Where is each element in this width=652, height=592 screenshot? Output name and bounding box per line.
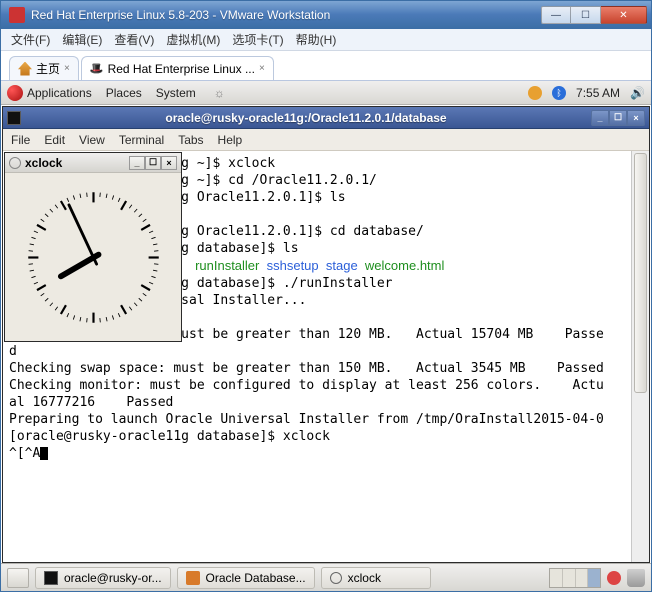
home-icon (18, 62, 32, 76)
trash-icon[interactable] (627, 569, 645, 587)
tab-close-icon[interactable]: × (259, 63, 265, 74)
menu-view[interactable]: 查看(V) (114, 31, 154, 48)
window-title: Red Hat Enterprise Linux 5.8-203 - VMwar… (31, 8, 541, 22)
task-label: xclock (348, 571, 381, 585)
term-menu-tabs[interactable]: Tabs (178, 133, 203, 147)
tab-label: Red Hat Enterprise Linux ... (108, 62, 255, 76)
menu-file[interactable]: 文件(F) (11, 31, 50, 48)
task-xclock[interactable]: xclock (321, 567, 431, 589)
menu-tabs[interactable]: 选项卡(T) (232, 31, 283, 48)
vmware-tabbar: 主页 × 🎩 Red Hat Enterprise Linux ... × (1, 51, 651, 81)
term-menu-file[interactable]: File (11, 133, 30, 147)
tab-home[interactable]: 主页 × (9, 56, 79, 80)
gnome-terminal-window: oracle@rusky-oracle11g:/Oracle11.2.0.1/d… (2, 106, 650, 563)
xclock-face (5, 173, 181, 341)
xclock-title-text: xclock (25, 156, 125, 170)
gnome-menu-places[interactable]: Places (106, 86, 142, 100)
terminal-title: oracle@rusky-oracle11g:/Oracle11.2.0.1/d… (25, 111, 587, 125)
windows-titlebar[interactable]: Red Hat Enterprise Linux 5.8-203 - VMwar… (1, 1, 651, 29)
gnome-bottom-panel: oracle@rusky-or... Oracle Database... xc… (1, 563, 651, 591)
tab-rhel[interactable]: 🎩 Red Hat Enterprise Linux ... × (81, 56, 274, 80)
notification-icon[interactable] (607, 571, 621, 585)
xclock-titlebar[interactable]: xclock _ ☐ × (5, 153, 181, 173)
terminal-close-button[interactable]: × (627, 110, 645, 126)
task-terminal[interactable]: oracle@rusky-or... (35, 567, 171, 589)
tab-close-icon[interactable]: × (64, 63, 70, 74)
volume-icon[interactable]: 🔊 (630, 86, 645, 100)
menu-vm[interactable]: 虚拟机(M) (166, 31, 220, 48)
gnome-tray: ᛒ 7:55 AM 🔊 (528, 86, 645, 100)
bluetooth-icon[interactable]: ᛒ (552, 86, 566, 100)
menu-help[interactable]: 帮助(H) (296, 31, 337, 48)
clock-icon (330, 572, 342, 584)
tab-label: 主页 (36, 60, 60, 77)
task-oracle-db[interactable]: Oracle Database... (177, 567, 315, 589)
vmware-menubar: 文件(F) 编辑(E) 查看(V) 虚拟机(M) 选项卡(T) 帮助(H) (1, 29, 651, 51)
terminal-maximize-button[interactable]: ☐ (609, 110, 627, 126)
xclock-close-button[interactable]: × (161, 156, 177, 170)
folder-icon (186, 571, 200, 585)
workspace-switcher[interactable] (549, 568, 601, 588)
vmware-window: Red Hat Enterprise Linux 5.8-203 - VMwar… (0, 0, 652, 592)
terminal-titlebar[interactable]: oracle@rusky-oracle11g:/Oracle11.2.0.1/d… (3, 107, 649, 129)
launcher-icon[interactable]: ☼ (214, 86, 225, 100)
term-menu-help[interactable]: Help (218, 133, 243, 147)
term-menu-terminal[interactable]: Terminal (119, 133, 164, 147)
menu-edit[interactable]: 编辑(E) (62, 31, 102, 48)
redhat-icon[interactable] (7, 85, 23, 101)
term-menu-view[interactable]: View (79, 133, 105, 147)
terminal-icon (44, 571, 58, 585)
gnome-top-panel: Applications Places System ☼ ᛒ 7:55 AM 🔊 (1, 81, 651, 105)
task-label: oracle@rusky-or... (64, 571, 162, 585)
rhel-icon: 🎩 (90, 62, 104, 75)
xclock-window[interactable]: xclock _ ☐ × (4, 152, 182, 342)
terminal-minimize-button[interactable]: _ (591, 110, 609, 126)
scrollbar-thumb[interactable] (634, 153, 647, 393)
task-label: Oracle Database... (206, 571, 306, 585)
xclock-minimize-button[interactable]: _ (129, 156, 145, 170)
gnome-menu-system[interactable]: System (156, 86, 196, 100)
gnome-menu-applications[interactable]: Applications (27, 86, 92, 100)
xclock-maximize-button[interactable]: ☐ (145, 156, 161, 170)
clock-text[interactable]: 7:55 AM (576, 86, 620, 100)
term-menu-edit[interactable]: Edit (44, 133, 65, 147)
terminal-icon (7, 111, 21, 125)
show-desktop-button[interactable] (7, 568, 29, 588)
terminal-menubar: File Edit View Terminal Tabs Help (3, 129, 649, 151)
vmware-icon (9, 7, 25, 23)
terminal-scrollbar[interactable] (631, 151, 649, 562)
update-icon[interactable] (528, 86, 542, 100)
clock-icon (9, 157, 21, 169)
terminal-surface[interactable]: [oracle@rusky-oracle11g ~]$ xclock [orac… (3, 151, 649, 562)
clock-svg (21, 185, 166, 330)
close-button[interactable]: ✕ (601, 6, 647, 24)
maximize-button[interactable]: ☐ (571, 6, 601, 24)
minimize-button[interactable]: — (541, 6, 571, 24)
